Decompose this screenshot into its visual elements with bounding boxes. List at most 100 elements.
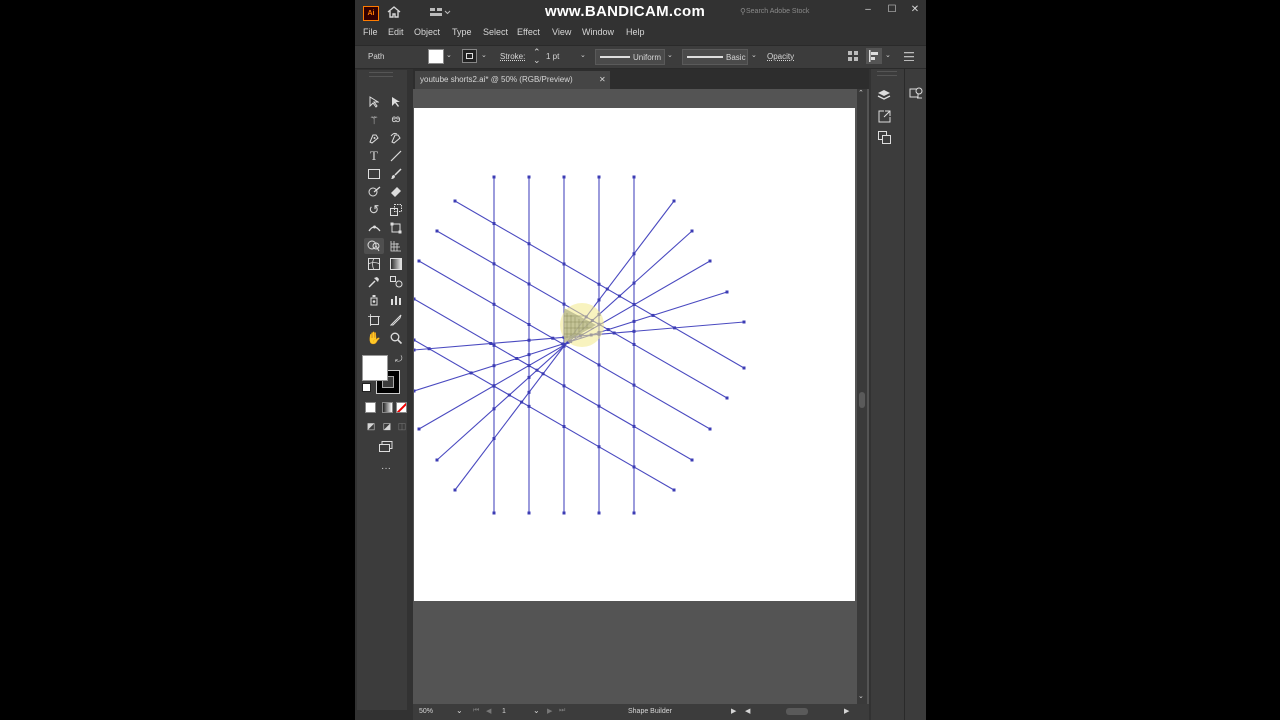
menu-file[interactable]: File: [363, 27, 378, 37]
scroll-thumb[interactable]: [859, 392, 865, 408]
diagonal-path[interactable]: [414, 298, 693, 461]
anchor-point[interactable]: [489, 341, 493, 345]
menu-window[interactable]: Window: [582, 27, 614, 37]
anchor-point[interactable]: [632, 319, 636, 323]
anchor-point[interactable]: [651, 313, 655, 317]
hscroll-left-arrow-icon[interactable]: ◀: [745, 707, 750, 715]
anchor-point[interactable]: [417, 427, 421, 431]
anchor-point[interactable]: [492, 343, 496, 347]
fill-dropdown-chevron-icon[interactable]: ⌄: [446, 51, 452, 59]
anchor-point[interactable]: [562, 302, 566, 306]
anchor-point[interactable]: [632, 511, 636, 515]
anchor-point[interactable]: [597, 175, 601, 179]
anchor-point[interactable]: [527, 323, 531, 327]
pen-tool-icon[interactable]: [365, 130, 383, 146]
anchor-point[interactable]: [725, 290, 729, 294]
close-window-button[interactable]: ✕: [908, 2, 922, 16]
first-artboard-icon[interactable]: ⏮: [473, 707, 479, 715]
fill-box[interactable]: [362, 355, 388, 381]
variable-width-profile-dropdown[interactable]: Uniform: [595, 49, 665, 65]
anchor-point[interactable]: [562, 384, 566, 388]
anchor-point[interactable]: [708, 259, 712, 263]
stroke-weight-stepper-icon[interactable]: ⌃ ⌄: [533, 48, 541, 65]
menu-type[interactable]: Type: [452, 27, 472, 37]
libraries-panel-icon[interactable]: [908, 85, 924, 101]
anchor-point[interactable]: [632, 302, 636, 306]
anchor-point[interactable]: [561, 342, 565, 346]
anchor-point[interactable]: [632, 383, 636, 387]
lasso-tool-icon[interactable]: ఴ: [387, 112, 405, 128]
anchor-point[interactable]: [492, 175, 496, 179]
minimize-button[interactable]: –: [861, 2, 875, 16]
symbol-sprayer-tool-icon[interactable]: [365, 292, 383, 308]
toolbar-grip[interactable]: [369, 72, 393, 77]
anchor-point[interactable]: [672, 488, 676, 492]
opacity-label[interactable]: Opacity: [767, 52, 794, 61]
anchor-point[interactable]: [562, 425, 566, 429]
anchor-point[interactable]: [414, 297, 416, 301]
type-tool-icon[interactable]: T: [365, 148, 383, 164]
artboard-number-field[interactable]: 1: [502, 708, 506, 715]
arrange-documents-icon[interactable]: [847, 50, 859, 62]
anchor-point[interactable]: [632, 329, 636, 333]
rotate-tool-icon[interactable]: ↺: [365, 202, 383, 218]
anchor-point[interactable]: [507, 393, 511, 397]
anchor-point[interactable]: [690, 458, 694, 462]
anchor-point[interactable]: [527, 175, 531, 179]
anchor-point[interactable]: [742, 320, 746, 324]
anchor-point[interactable]: [541, 372, 545, 376]
swap-fill-stroke-icon[interactable]: ⤾: [395, 354, 403, 365]
zoom-tool-icon[interactable]: [387, 330, 405, 346]
rectangle-tool-icon[interactable]: [365, 166, 383, 182]
anchor-point[interactable]: [535, 368, 539, 372]
scale-tool-icon[interactable]: [387, 202, 405, 218]
anchor-point[interactable]: [551, 336, 555, 340]
export-panel-icon[interactable]: [875, 108, 893, 124]
status-menu-arrow-icon[interactable]: ▶: [731, 707, 736, 715]
anchor-point[interactable]: [492, 222, 496, 226]
last-artboard-icon[interactable]: ⏭: [559, 707, 565, 715]
anchor-point[interactable]: [708, 427, 712, 431]
anchor-point[interactable]: [469, 371, 473, 375]
anchor-point[interactable]: [527, 242, 531, 246]
none-mode-button[interactable]: [396, 402, 407, 413]
anchor-point[interactable]: [492, 384, 496, 388]
anchor-point[interactable]: [492, 437, 496, 441]
control-panel-menu-icon[interactable]: [903, 50, 915, 62]
hand-tool-icon[interactable]: ✋: [365, 330, 383, 346]
color-mode-button[interactable]: [365, 402, 376, 413]
anchor-point[interactable]: [562, 175, 566, 179]
stroke-dropdown-chevron-icon[interactable]: ⌄: [481, 51, 487, 59]
isometric-grid-artwork[interactable]: [414, 108, 855, 601]
artboards-panel-icon[interactable]: [875, 129, 893, 145]
artboard-chevron-icon[interactable]: ⌄: [533, 706, 540, 715]
slice-tool-icon[interactable]: [387, 312, 405, 328]
anchor-point[interactable]: [597, 445, 601, 449]
scroll-up-arrow-icon[interactable]: ⌃: [858, 89, 864, 97]
anchor-point[interactable]: [632, 175, 636, 179]
mesh-tool-icon[interactable]: [365, 256, 383, 272]
anchor-point[interactable]: [414, 338, 416, 342]
fill-color-swatch[interactable]: [428, 49, 444, 64]
anchor-point[interactable]: [597, 363, 601, 367]
magic-wand-tool-icon[interactable]: ⚚: [365, 112, 383, 128]
perspective-grid-tool-icon[interactable]: [387, 238, 405, 254]
align-chevron-icon[interactable]: ⌄: [885, 51, 891, 59]
anchor-point[interactable]: [414, 389, 416, 393]
anchor-point[interactable]: [527, 338, 531, 342]
anchor-point[interactable]: [597, 282, 601, 286]
anchor-point[interactable]: [597, 511, 601, 515]
stroke-color-swatch[interactable]: [462, 49, 477, 63]
menu-edit[interactable]: Edit: [388, 27, 404, 37]
anchor-point[interactable]: [520, 400, 524, 404]
anchor-point[interactable]: [725, 396, 729, 400]
anchor-point[interactable]: [742, 366, 746, 370]
gradient-tool-icon[interactable]: [387, 256, 405, 272]
anchor-point[interactable]: [562, 262, 566, 266]
eraser-tool-icon[interactable]: [387, 184, 405, 200]
layers-panel-icon[interactable]: [875, 87, 893, 103]
anchor-point[interactable]: [527, 511, 531, 515]
menu-view[interactable]: View: [552, 27, 571, 37]
gradient-mode-button[interactable]: [382, 402, 393, 413]
horizontal-scroll-thumb[interactable]: [786, 708, 808, 715]
